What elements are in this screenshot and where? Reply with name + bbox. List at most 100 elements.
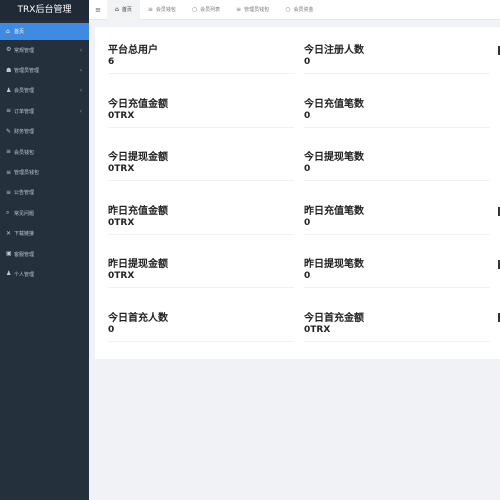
list-icon: ≡ bbox=[147, 6, 153, 13]
tab-1[interactable]: ≡ 会员钱包 bbox=[140, 0, 184, 20]
sidebar-item-label: 常见问题 bbox=[14, 210, 35, 217]
tab-list: ⌂ 首页 ≡ 会员钱包 ○ 会员列表 ≡ 管理员钱包 ○ 会员资金 bbox=[107, 0, 321, 20]
chevron-left-icon: ‹ bbox=[79, 87, 82, 95]
stat-value: 0 bbox=[108, 324, 115, 335]
stat-value: 0TRX bbox=[108, 164, 135, 174]
sidebar-item-label: 首页 bbox=[14, 29, 25, 35]
sidebar-item-3[interactable]: ♟ 会员管理 ‹ bbox=[0, 81, 89, 101]
users-icon: ☗ bbox=[6, 66, 12, 74]
sidebar-item-2[interactable]: ☗ 管理员管理 ‹ bbox=[0, 60, 89, 80]
sidebar-item-0[interactable]: ⌂ 首页 bbox=[0, 23, 89, 40]
stat-label: 今日提现笔数 bbox=[304, 152, 364, 163]
sidebar-item-1[interactable]: ⚙ 常规管理 ‹ bbox=[0, 40, 89, 60]
stat-card: 今日注册人数 0 bbox=[304, 27, 490, 74]
stat-label: 今日首充金额 bbox=[304, 312, 364, 324]
list-icon: ≡ bbox=[6, 168, 12, 176]
stats-panel: 平台总用户 6 今日注册人数 0 今日充值金额 0TRX 今日充值笔数 0 今日提现金额 0TRX… bbox=[95, 27, 500, 359]
stat-card: 平台总用户 6 bbox=[108, 27, 294, 74]
stat-label: 平台总用户 bbox=[108, 45, 158, 56]
sidebar-item-6[interactable]: ≡ 会员钱包 bbox=[0, 142, 89, 162]
sidebar-item-label: 个人管理 bbox=[14, 271, 35, 278]
sidebar-item-label: 管理员钱包 bbox=[14, 170, 40, 177]
tab-3[interactable]: ≡ 管理员钱包 bbox=[228, 0, 277, 20]
close-icon: ✕ bbox=[6, 229, 12, 237]
stat-label: 今日充值笔数 bbox=[304, 98, 364, 110]
stat-value: 0TRX bbox=[108, 110, 135, 121]
sidebar-item-label: 下载链接 bbox=[14, 231, 35, 238]
chevron-left-icon: ‹ bbox=[79, 46, 82, 54]
image-icon: ▣ bbox=[6, 250, 12, 258]
stat-value: 0 bbox=[304, 271, 311, 281]
stat-card: 今日充值金额 0TRX bbox=[108, 80, 294, 128]
stat-card: 今日提现笔数 0 bbox=[304, 134, 490, 181]
sidebar-item-label: 订单管理 bbox=[14, 108, 35, 115]
sidebar-item-12[interactable]: ♟ 个人管理 bbox=[0, 264, 89, 284]
user-icon: ♟ bbox=[6, 270, 12, 278]
gears-icon: ⚙ bbox=[6, 46, 12, 54]
stat-label: 昨日充值笔数 bbox=[304, 205, 364, 217]
stat-value: 0TRX bbox=[108, 217, 135, 228]
stat-card: 今日提现金额 0TRX bbox=[108, 134, 294, 181]
stat-label: 今日提现金额 bbox=[108, 152, 168, 163]
sidebar: TRX后台管理 ⌂ 首页 ⚙ 常规管理 ‹ ☗ 管理员管理 ‹ ♟ 会员管理 ‹ ≡ 订单管理 ‹ ✎ 财务管… bbox=[0, 0, 89, 500]
stat-label: 今日首充人数 bbox=[108, 312, 168, 324]
stat-card: 今日首充人数 0 bbox=[108, 294, 294, 342]
tab-0[interactable]: ⌂ 首页 bbox=[107, 0, 140, 20]
tab-2[interactable]: ○ 会员列表 bbox=[184, 0, 228, 20]
stat-value: 0 bbox=[304, 110, 311, 121]
sidebar-item-8[interactable]: ≡ 公告管理 bbox=[0, 183, 89, 203]
stat-card: 昨日提现笔数 0 bbox=[304, 241, 490, 288]
sidebar-item-7[interactable]: ≡ 管理员钱包 bbox=[0, 162, 89, 182]
sidebar-item-9[interactable]: ⌕ 常见问题 bbox=[0, 203, 89, 223]
stat-label: 昨日提现笔数 bbox=[304, 259, 364, 270]
top-tab-bar: ≡ ⌂ 首页 ≡ 会员钱包 ○ 会员列表 ≡ 管理员钱包 ○ 会员资金 bbox=[89, 0, 500, 20]
user-icon: ♟ bbox=[6, 86, 12, 94]
stat-label: 昨日提现金额 bbox=[108, 259, 168, 270]
circle-icon: ○ bbox=[285, 6, 291, 13]
tab-label: 会员钱包 bbox=[155, 7, 176, 13]
app-title: TRX后台管理 bbox=[0, 0, 89, 20]
stat-card: 今日充值笔数 0 bbox=[304, 80, 490, 128]
stat-value: 0TRX bbox=[108, 271, 135, 281]
stat-value: 0TRX bbox=[304, 324, 331, 335]
tab-label: 管理员钱包 bbox=[244, 7, 270, 13]
sidebar-item-label: 会员管理 bbox=[14, 88, 35, 95]
hamburger-icon[interactable]: ≡ bbox=[89, 6, 107, 14]
sidebar-item-label: 常规管理 bbox=[14, 47, 35, 54]
sidebar-item-11[interactable]: ▣ 客服管理 bbox=[0, 244, 89, 264]
tab-4[interactable]: ○ 会员资金 bbox=[277, 0, 321, 20]
stat-value: 6 bbox=[108, 57, 115, 67]
list-icon: ≡ bbox=[6, 107, 12, 115]
search-icon: ⌕ bbox=[6, 209, 10, 217]
edit-icon: ✎ bbox=[6, 127, 12, 135]
stat-label: 今日充值金额 bbox=[108, 98, 168, 110]
stat-card: 今日首充金额 0TRX bbox=[304, 294, 490, 342]
sidebar-item-5[interactable]: ✎ 财务管理 bbox=[0, 122, 89, 142]
tab-label: 会员资金 bbox=[293, 7, 314, 13]
home-icon: ⌂ bbox=[6, 27, 10, 35]
chevron-left-icon: ‹ bbox=[79, 67, 82, 75]
tab-label: 首页 bbox=[121, 7, 132, 13]
sidebar-item-label: 管理员管理 bbox=[14, 68, 40, 75]
circle-icon: ○ bbox=[191, 6, 198, 13]
sidebar-item-4[interactable]: ≡ 订单管理 ‹ bbox=[0, 101, 89, 121]
sidebar-menu: ⌂ 首页 ⚙ 常规管理 ‹ ☗ 管理员管理 ‹ ♟ 会员管理 ‹ ≡ 订单管理 ‹ ✎ 财务管理 ≡ 会员钱包 ≡ 管… bbox=[0, 23, 89, 285]
sidebar-item-label: 财务管理 bbox=[14, 129, 35, 136]
stat-value: 0 bbox=[304, 57, 311, 67]
chevron-left-icon: ‹ bbox=[79, 107, 82, 115]
list-icon: ≡ bbox=[6, 188, 12, 196]
sidebar-item-label: 客服管理 bbox=[14, 251, 35, 258]
sidebar-item-label: 公告管理 bbox=[14, 190, 35, 197]
stat-value: 0 bbox=[304, 164, 311, 174]
sidebar-item-label: 会员钱包 bbox=[14, 149, 35, 156]
stat-card: 昨日充值笔数 0 bbox=[304, 187, 490, 235]
stat-card: 昨日提现金额 0TRX bbox=[108, 241, 294, 288]
stat-label: 今日注册人数 bbox=[304, 45, 364, 56]
tab-label: 会员列表 bbox=[200, 7, 221, 13]
stat-card: 昨日充值金额 0TRX bbox=[108, 187, 294, 235]
list-icon: ≡ bbox=[236, 6, 242, 13]
home-icon: ⌂ bbox=[115, 6, 119, 13]
stat-label: 昨日充值金额 bbox=[108, 205, 168, 217]
list-icon: ≡ bbox=[6, 148, 12, 156]
sidebar-item-10[interactable]: ✕ 下载链接 bbox=[0, 224, 89, 244]
